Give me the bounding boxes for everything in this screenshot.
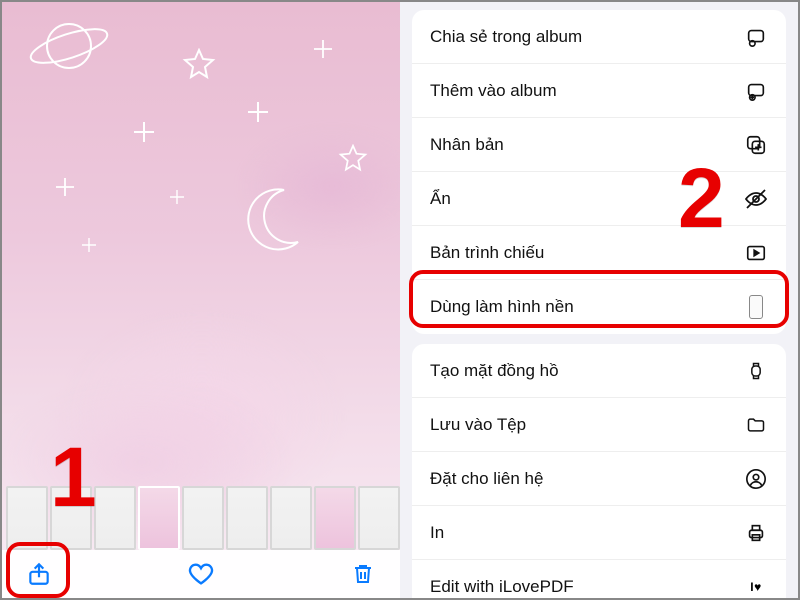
thumbnail[interactable]: [226, 486, 268, 550]
menu-item-watchface[interactable]: Tạo mặt đồng hồ: [412, 344, 786, 398]
photo-toolbar: [2, 550, 400, 598]
menu-item-ilovepdf[interactable]: Edit with iLovePDF I♥: [412, 560, 786, 600]
ilovepdf-icon: I♥: [744, 575, 768, 599]
contact-icon: [744, 467, 768, 491]
menu-label: Thêm vào album: [430, 81, 557, 101]
sparkle-doodle: [134, 122, 154, 142]
menu-label: Bản trình chiếu: [430, 243, 544, 263]
menu-item-print[interactable]: In: [412, 506, 786, 560]
menu-label: Chia sẻ trong album: [430, 27, 582, 47]
files-icon: [744, 413, 768, 437]
menu-label: Đặt cho liên hệ: [430, 469, 543, 489]
print-icon: [744, 521, 768, 545]
sparkle-doodle: [56, 178, 74, 196]
menu-label: Nhân bản: [430, 135, 504, 155]
screenshot-frame: 1 Chia sẻ trong album Thêm vào album Nhâ…: [0, 0, 800, 600]
star-doodle: [338, 144, 368, 174]
slideshow-icon: [744, 241, 768, 265]
thumbnail[interactable]: [314, 486, 356, 550]
thumbnail[interactable]: [270, 486, 312, 550]
thumbnail[interactable]: [6, 486, 48, 550]
watchface-icon: [744, 359, 768, 383]
delete-button[interactable]: [348, 559, 378, 589]
photo-viewer-panel: 1: [2, 2, 400, 598]
menu-item-slideshow[interactable]: Bản trình chiếu: [412, 226, 786, 280]
menu-group-2: Tạo mặt đồng hồ Lưu vào Tệp Đặt cho liên…: [412, 344, 786, 600]
favorite-button[interactable]: [186, 559, 216, 589]
menu-item-add-album[interactable]: Thêm vào album: [412, 64, 786, 118]
menu-item-assign-contact[interactable]: Đặt cho liên hệ: [412, 452, 786, 506]
thumbnail[interactable]: [50, 486, 92, 550]
menu-label: Ẩn: [430, 189, 451, 209]
star-doodle: [182, 48, 216, 82]
share-button[interactable]: [24, 559, 54, 589]
sparkle-doodle: [82, 238, 96, 252]
duplicate-icon: [744, 133, 768, 157]
menu-group-1: Chia sẻ trong album Thêm vào album Nhân …: [412, 10, 786, 334]
share-album-icon: [744, 25, 768, 49]
menu-item-wallpaper[interactable]: Dùng làm hình nền: [412, 280, 786, 334]
menu-label: Dùng làm hình nền: [430, 297, 574, 317]
thumbnail[interactable]: [358, 486, 400, 550]
menu-label: In: [430, 523, 444, 543]
share-sheet-panel: Chia sẻ trong album Thêm vào album Nhân …: [400, 2, 798, 598]
trash-icon: [351, 562, 375, 586]
menu-label: Lưu vào Tệp: [430, 415, 526, 435]
thumbnail-strip[interactable]: [2, 486, 400, 550]
sparkle-doodle: [170, 190, 184, 204]
menu-item-save-files[interactable]: Lưu vào Tệp: [412, 398, 786, 452]
menu-item-hide[interactable]: Ẩn: [412, 172, 786, 226]
add-album-icon: [744, 79, 768, 103]
thumbnail[interactable]: [182, 486, 224, 550]
menu-item-duplicate[interactable]: Nhân bản: [412, 118, 786, 172]
hide-icon: [744, 187, 768, 211]
thumbnail-selected[interactable]: [138, 486, 180, 550]
thumbnail[interactable]: [94, 486, 136, 550]
sparkle-doodle: [314, 40, 332, 58]
heart-icon: [187, 560, 215, 588]
share-icon: [26, 561, 52, 587]
menu-label: Tạo mặt đồng hồ: [430, 361, 559, 381]
menu-label: Edit with iLovePDF: [430, 577, 574, 597]
planet-doodle: [26, 16, 112, 82]
sparkle-doodle: [248, 102, 268, 122]
wallpaper-icon: [744, 295, 768, 319]
moon-doodle: [230, 178, 310, 258]
menu-item-share-album[interactable]: Chia sẻ trong album: [412, 10, 786, 64]
